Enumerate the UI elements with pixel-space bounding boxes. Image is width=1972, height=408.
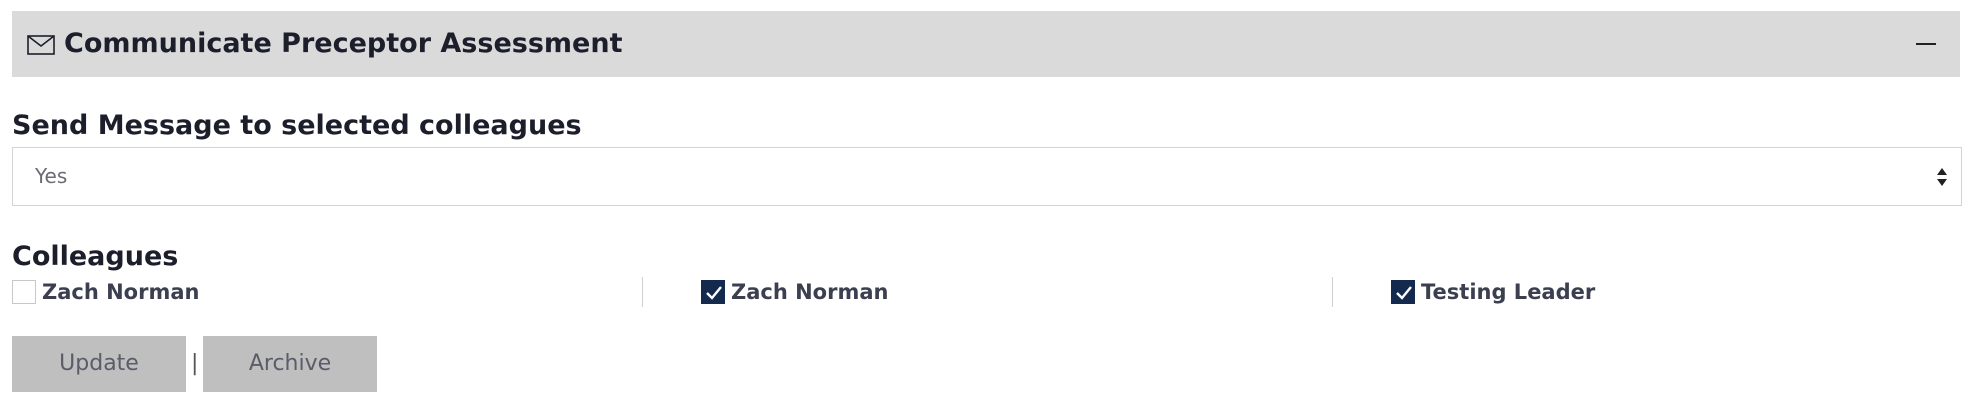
column-divider: [1332, 277, 1333, 307]
panel-title: Communicate Preceptor Assessment: [64, 28, 623, 59]
checkbox-checked[interactable]: [1391, 280, 1415, 304]
button-separator: |: [191, 351, 199, 376]
collapse-button[interactable]: [1914, 31, 1940, 57]
colleague-option[interactable]: Testing Leader: [1391, 278, 1595, 306]
checkbox[interactable]: [12, 280, 36, 304]
checkbox-checked[interactable]: [701, 280, 725, 304]
select-value: Yes: [35, 164, 68, 188]
send-message-label: Send Message to selected colleagues: [12, 110, 582, 141]
colleague-option[interactable]: Zach Norman: [701, 278, 888, 306]
column-divider: [642, 277, 643, 307]
colleague-name: Zach Norman: [42, 280, 200, 304]
check-icon: [1396, 286, 1412, 300]
panel-header: Communicate Preceptor Assessment: [12, 11, 1960, 77]
send-message-select[interactable]: Yes: [12, 147, 1962, 206]
colleague-name: Testing Leader: [1421, 280, 1596, 304]
colleague-option[interactable]: Zach Norman: [12, 278, 199, 306]
update-button[interactable]: Update: [12, 336, 186, 392]
colleague-name: Zach Norman: [731, 280, 889, 304]
check-icon: [706, 286, 722, 300]
colleagues-label: Colleagues: [12, 241, 179, 272]
archive-button[interactable]: Archive: [203, 336, 377, 392]
sort-arrows-icon: [1937, 168, 1947, 186]
envelope-icon: [27, 35, 55, 55]
minus-icon: [1916, 43, 1936, 45]
